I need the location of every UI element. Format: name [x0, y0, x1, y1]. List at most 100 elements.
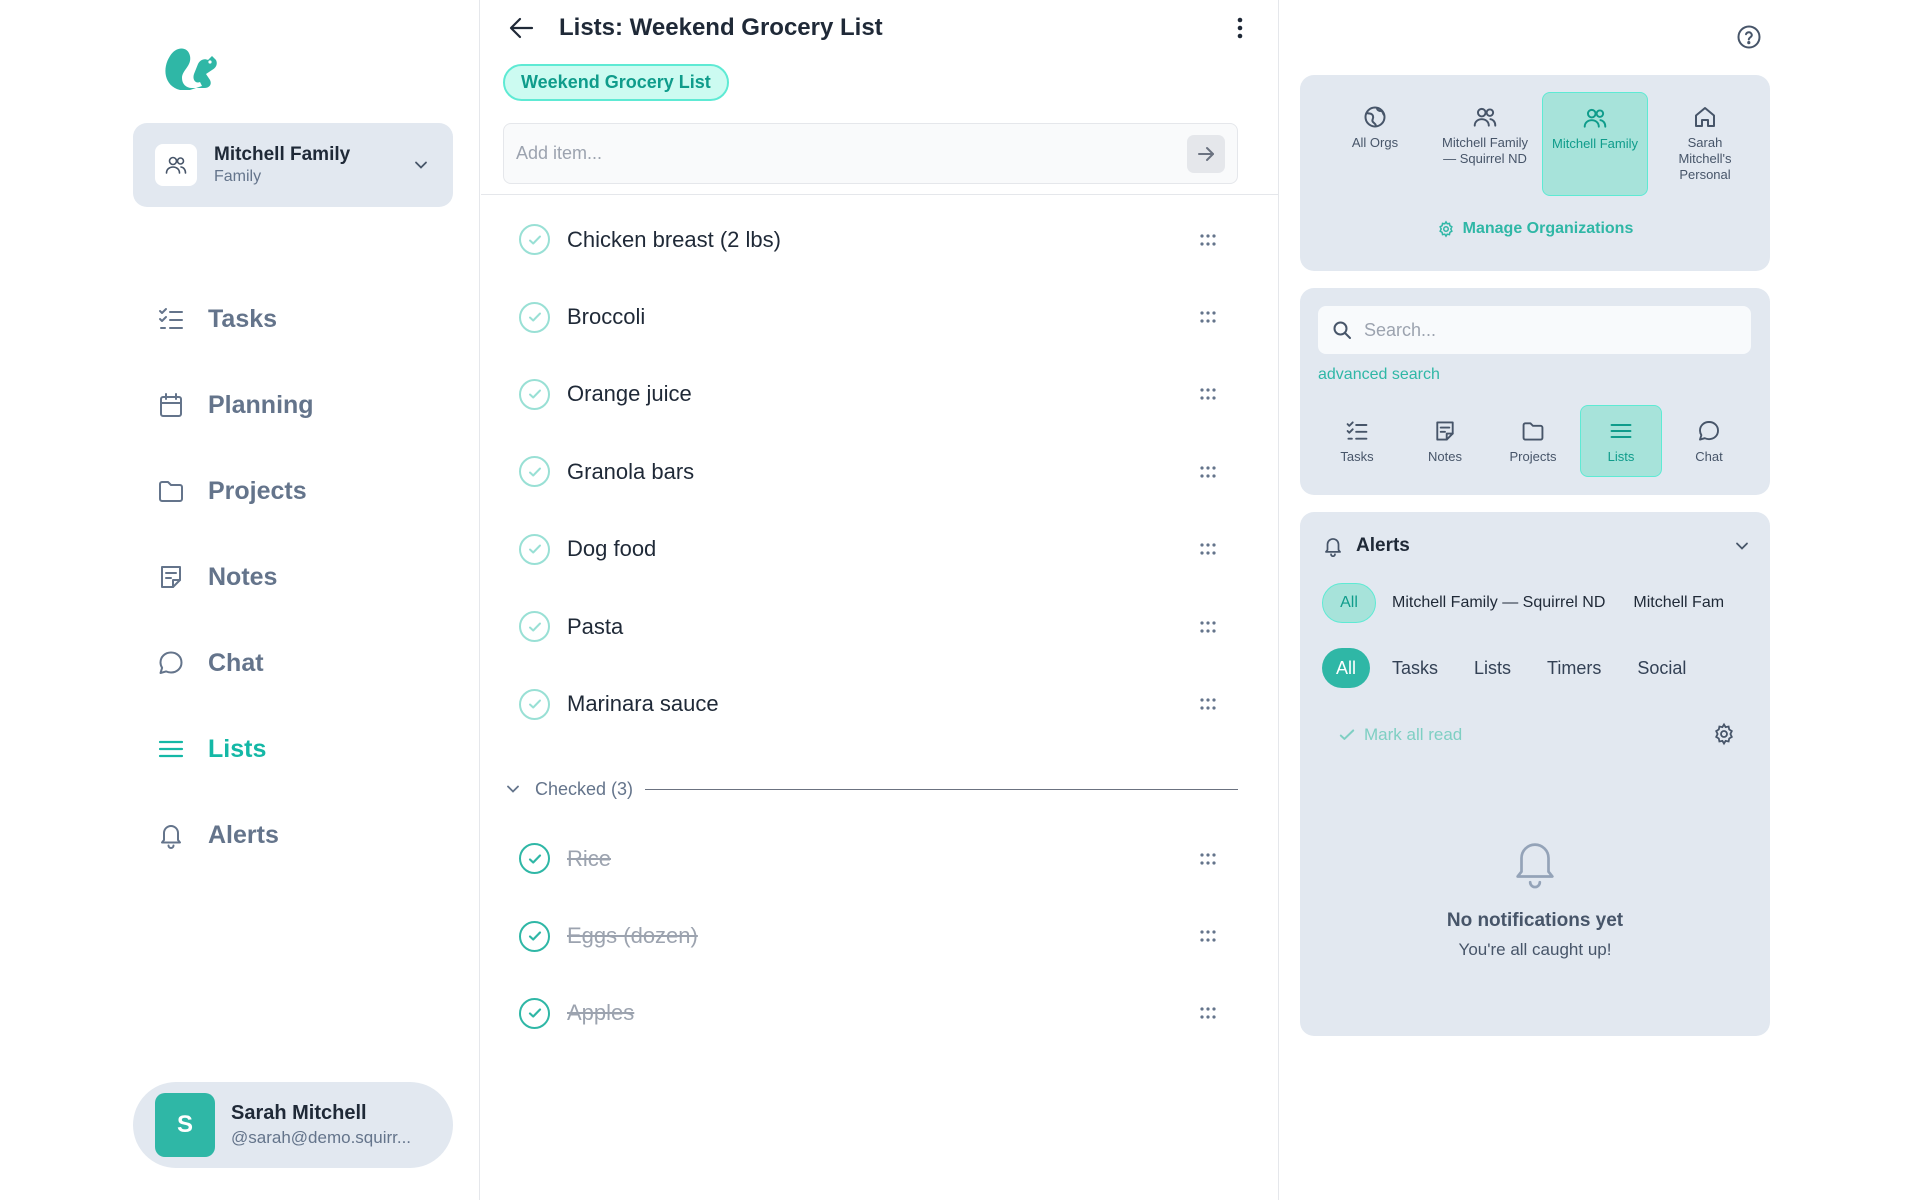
- divider: [645, 788, 1238, 790]
- category-filter-social[interactable]: Social: [1623, 648, 1700, 688]
- drag-handle-icon[interactable]: [1193, 225, 1223, 255]
- drag-handle-icon[interactable]: [1193, 998, 1223, 1028]
- gear-icon[interactable]: [1712, 722, 1738, 748]
- list-item[interactable]: Granola bars: [519, 433, 1239, 510]
- list-item[interactable]: Orange juice: [519, 356, 1239, 433]
- bell-icon: [1508, 834, 1562, 890]
- check-toggle[interactable]: [519, 611, 550, 643]
- bell-icon: [1325, 538, 1341, 557]
- more-options-button[interactable]: [1225, 10, 1255, 46]
- add-item-button[interactable]: [1187, 134, 1225, 173]
- check-toggle[interactable]: [519, 688, 550, 720]
- main-nav: Tasks Planning Projects Notes Chat Lists…: [155, 276, 455, 878]
- list-item[interactable]: Broccoli: [519, 278, 1239, 355]
- alerts-header[interactable]: Alerts: [1322, 530, 1752, 562]
- check-toggle[interactable]: [519, 920, 550, 952]
- mark-all-read-label: Mark all read: [1364, 725, 1463, 744]
- type-tab-lists[interactable]: Lists: [1580, 405, 1662, 477]
- check-icon: [1339, 729, 1355, 740]
- category-filter-all[interactable]: All: [1322, 648, 1371, 688]
- arrow-left-icon: [509, 17, 534, 39]
- org-switcher[interactable]: Mitchell Family Family: [133, 123, 453, 207]
- drag-handle-icon[interactable]: [1193, 534, 1223, 564]
- empty-state: No notifications yet You're all caught u…: [1300, 834, 1770, 960]
- nav-item-chat[interactable]: Chat: [155, 620, 455, 706]
- check-toggle[interactable]: [519, 533, 550, 565]
- drag-handle-icon[interactable]: [1193, 379, 1223, 409]
- category-filter-lists[interactable]: Lists: [1460, 648, 1525, 688]
- add-item-input[interactable]: [516, 143, 1187, 164]
- list-item[interactable]: Apples: [519, 975, 1239, 1052]
- tab-label: Mitchell Family: [1552, 136, 1638, 151]
- item-text: Granola bars: [567, 458, 695, 484]
- category-filter-timers[interactable]: Timers: [1533, 648, 1615, 688]
- drag-handle-icon[interactable]: [1193, 612, 1223, 642]
- list-item[interactable]: Eggs (dozen): [519, 897, 1239, 974]
- nav-label: Chat: [208, 648, 264, 677]
- check-toggle[interactable]: [519, 224, 550, 256]
- tab-label: Mitchell Family — Squirrel ND: [1442, 135, 1528, 166]
- type-tab-projects[interactable]: Projects: [1492, 405, 1574, 477]
- type-tab-notes[interactable]: Notes: [1404, 405, 1486, 477]
- checked-section-toggle[interactable]: Checked (3): [503, 774, 1238, 804]
- drag-handle-icon[interactable]: [1193, 689, 1223, 719]
- search-input[interactable]: [1364, 319, 1737, 341]
- content-type-tabs: Tasks Notes Projects Lists Chat: [1316, 405, 1756, 477]
- context-panel: All Orgs Mitchell Family — Squirrel ND M…: [1280, 0, 1920, 1200]
- nav-item-notes[interactable]: Notes: [155, 534, 455, 620]
- back-button[interactable]: [505, 11, 539, 45]
- mark-all-read-button[interactable]: Mark all read: [1338, 725, 1712, 745]
- nav-item-projects[interactable]: Projects: [155, 448, 455, 534]
- category-filter-tasks[interactable]: Tasks: [1378, 648, 1452, 688]
- nav-label: Planning: [208, 390, 314, 419]
- squirrel-logo-icon[interactable]: [160, 40, 224, 96]
- drag-handle-icon[interactable]: [1193, 457, 1223, 487]
- nav-item-tasks[interactable]: Tasks: [155, 276, 455, 362]
- list-icon: [1609, 419, 1633, 443]
- note-icon: [155, 561, 187, 593]
- org-filter-mitchell-family[interactable]: Mitchell Fam: [1621, 583, 1736, 623]
- user-menu[interactable]: S Sarah Mitchell @sarah@demo.squirr...: [133, 1082, 453, 1168]
- check-icon: [528, 622, 541, 632]
- tab-label: Projects: [1509, 448, 1557, 464]
- check-icon: [528, 544, 541, 554]
- check-toggle[interactable]: [519, 378, 550, 410]
- org-tab-all[interactable]: All Orgs: [1322, 92, 1428, 196]
- drag-handle-icon[interactable]: [1193, 921, 1223, 951]
- help-icon[interactable]: [1736, 24, 1762, 50]
- manage-organizations-link[interactable]: Manage Organizations: [1300, 220, 1770, 238]
- manage-organizations-label: Manage Organizations: [1462, 220, 1634, 237]
- home-icon: [1692, 104, 1718, 130]
- sidebar: Mitchell Family Family Tasks Planning Pr…: [0, 0, 480, 1200]
- drag-handle-icon[interactable]: [1193, 844, 1223, 874]
- tab-label: Sarah Mitchell's Personal: [1678, 135, 1732, 182]
- divider: [481, 194, 1278, 195]
- check-toggle[interactable]: [519, 997, 550, 1029]
- org-tab-personal[interactable]: Sarah Mitchell's Personal: [1652, 92, 1758, 196]
- type-tab-chat[interactable]: Chat: [1668, 405, 1750, 477]
- advanced-search-link[interactable]: advanced search: [1318, 366, 1440, 384]
- check-toggle[interactable]: [519, 301, 550, 333]
- org-filter-mitchell-squirrel[interactable]: Mitchell Family — Squirrel ND: [1380, 583, 1617, 623]
- org-filter-card: All Orgs Mitchell Family — Squirrel ND M…: [1300, 75, 1770, 271]
- list-item[interactable]: Marinara sauce: [519, 665, 1239, 742]
- empty-title: No notifications yet: [1446, 910, 1624, 931]
- type-tab-tasks[interactable]: Tasks: [1316, 405, 1398, 477]
- org-filter-all[interactable]: All: [1322, 583, 1376, 623]
- org-tab-mitchell-family[interactable]: Mitchell Family: [1542, 92, 1648, 196]
- nav-item-lists[interactable]: Lists: [155, 706, 455, 792]
- nav-item-planning[interactable]: Planning: [155, 362, 455, 448]
- alert-category-filters: All Tasks Lists Timers Social: [1322, 648, 1708, 688]
- list-item[interactable]: Pasta: [519, 588, 1239, 665]
- gear-icon: [1438, 220, 1453, 238]
- drag-handle-icon[interactable]: [1193, 302, 1223, 332]
- list-item[interactable]: Rice: [519, 820, 1239, 897]
- org-tab-mitchell-squirrel[interactable]: Mitchell Family — Squirrel ND: [1432, 92, 1538, 196]
- nav-item-alerts[interactable]: Alerts: [155, 792, 455, 878]
- chat-icon: [1697, 419, 1721, 443]
- check-toggle[interactable]: [519, 843, 550, 875]
- list-item[interactable]: Dog food: [519, 511, 1239, 588]
- check-toggle[interactable]: [519, 456, 550, 488]
- list-name-chip[interactable]: Weekend Grocery List: [503, 64, 729, 101]
- list-item[interactable]: Chicken breast (2 lbs): [519, 201, 1239, 278]
